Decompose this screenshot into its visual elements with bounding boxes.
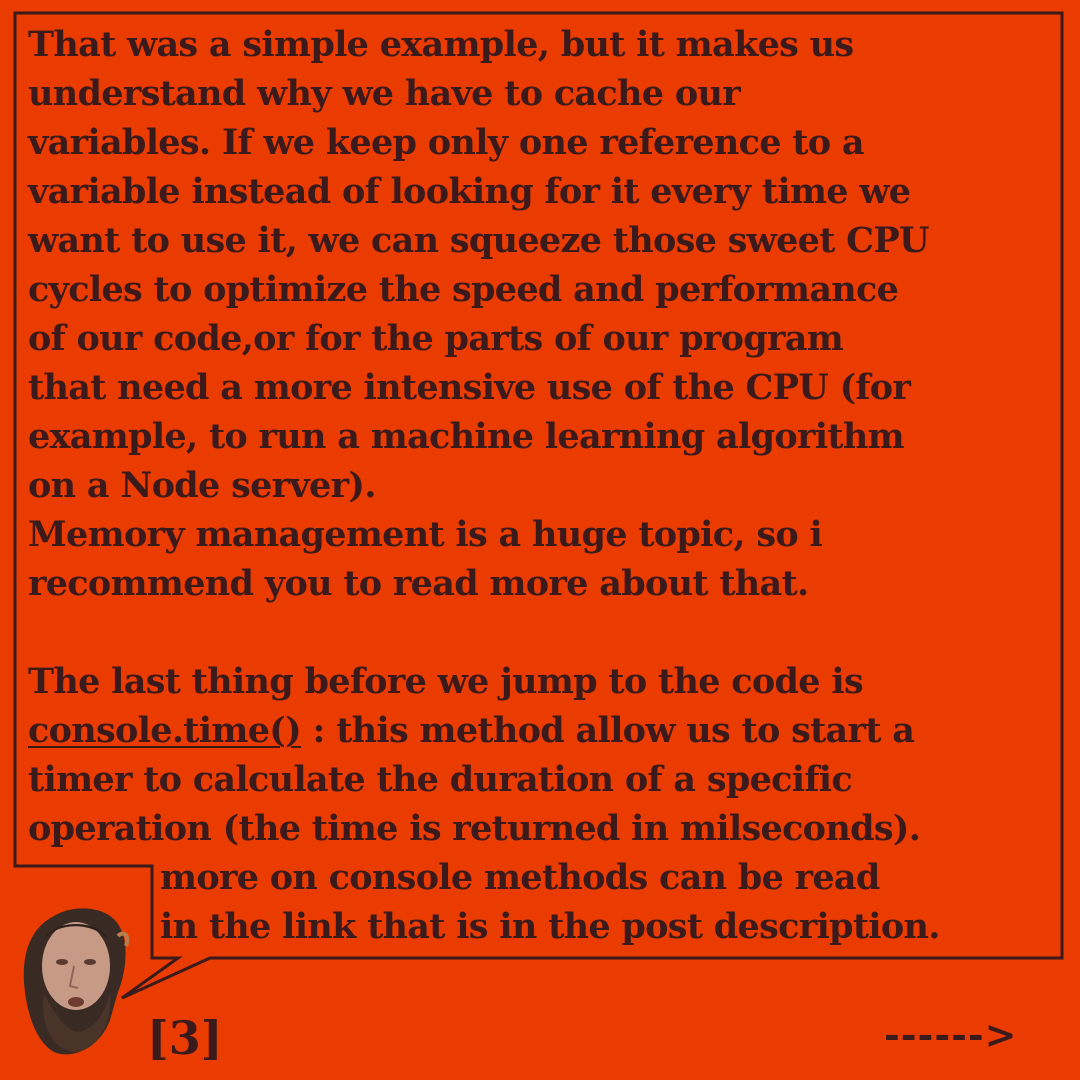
- text-line: variables. If we keep only one reference…: [28, 122, 865, 163]
- author-avatar-icon: [23, 908, 130, 1055]
- text-line: of our code,or for the parts of our prog…: [28, 318, 844, 359]
- page-number: [3]: [147, 1011, 223, 1065]
- text-line: variable instead of looking for it every…: [28, 171, 911, 212]
- text-line: want to use it, we can squeeze those swe…: [28, 220, 929, 261]
- text-line: cycles to optimize the speed and perform…: [28, 269, 899, 310]
- text-line: on a Node server).: [28, 465, 376, 506]
- text-fragment: : this method allow us to start a: [301, 710, 915, 751]
- slide: That was a simple example, but it makes …: [0, 0, 1080, 1080]
- text-line: timer to calculate the duration of a spe…: [28, 759, 853, 800]
- text-line: The last thing before we jump to the cod…: [28, 661, 864, 702]
- text-line: example, to run a machine learning algor…: [28, 416, 905, 457]
- text-line: That was a simple example, but it makes …: [28, 24, 854, 65]
- text-line: more on console methods can be read: [160, 857, 880, 898]
- text-line: Memory management is a huge topic, so i: [28, 514, 823, 555]
- console-time-link[interactable]: console.time(): [28, 710, 302, 751]
- text-line: that need a more intensive use of the CP…: [28, 367, 911, 408]
- text-line: operation (the time is returned in milse…: [28, 808, 921, 849]
- text-line: recommend you to read more about that.: [28, 563, 809, 604]
- text-line: in the link that is in the post descript…: [160, 906, 940, 947]
- next-arrow[interactable]: ------>: [884, 1010, 1017, 1060]
- text-line: console.time() : this method allow us to…: [28, 706, 1068, 755]
- bubble-text: That was a simple example, but it makes …: [28, 20, 1068, 951]
- text-line: understand why we have to cache our: [28, 73, 741, 114]
